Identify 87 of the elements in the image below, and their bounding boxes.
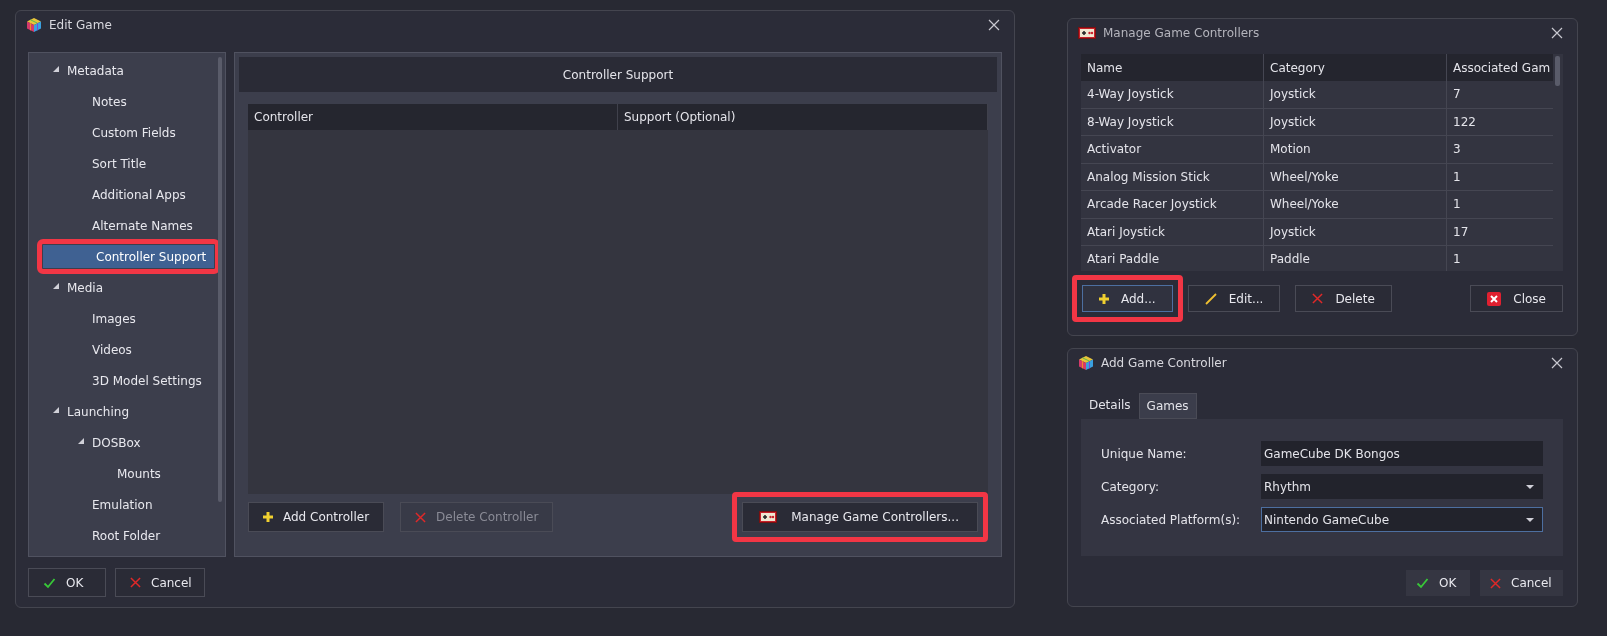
- tree-item[interactable]: Media: [39, 274, 213, 301]
- action-button[interactable]: Manage Game Controllers...: [742, 502, 978, 532]
- table-cell-text: 3: [1452, 141, 1462, 159]
- cube-icon: [1078, 355, 1094, 371]
- column-header[interactable]: Name: [1081, 54, 1264, 81]
- action-button[interactable]: Edit...: [1187, 285, 1281, 312]
- dropdown-field[interactable]: Rhythm: [1261, 474, 1543, 499]
- window-title: Add Game Controller: [1101, 356, 1227, 370]
- close-button[interactable]: Close: [1470, 285, 1563, 312]
- close-icon[interactable]: [1551, 357, 1563, 369]
- column-header[interactable]: Associated Gam: [1447, 54, 1553, 81]
- input-field[interactable]: GameCube DK Bongos: [1261, 441, 1543, 466]
- table-cell: Joystick: [1264, 218, 1447, 245]
- action-button[interactable]: Add...: [1082, 285, 1173, 312]
- dropdown-caret-icon: [1526, 484, 1534, 489]
- plus-icon: [263, 512, 273, 522]
- tree-item[interactable]: Notes: [39, 88, 213, 115]
- tree-item[interactable]: Controller Support: [43, 245, 214, 268]
- panel-title: Controller Support: [239, 57, 997, 92]
- cross-icon: [1312, 293, 1324, 304]
- expanded-triangle-icon[interactable]: [78, 437, 84, 444]
- tree-item[interactable]: Root Folder: [39, 522, 213, 549]
- check-icon: [1416, 577, 1429, 589]
- tree-item[interactable]: Metadata: [39, 57, 213, 84]
- table-cell: Paddle: [1264, 246, 1447, 271]
- table-cell: Activator: [1081, 136, 1264, 163]
- table-cell: Arcade Racer Joystick: [1081, 191, 1264, 218]
- table-cell-text: 7: [1452, 86, 1462, 104]
- table-cell: Motion: [1264, 136, 1447, 163]
- tab[interactable]: Games: [1138, 393, 1197, 419]
- expanded-triangle-icon[interactable]: [53, 282, 59, 289]
- controller-icon: [1078, 27, 1096, 39]
- dropdown-field[interactable]: Nintendo GameCube: [1261, 507, 1543, 532]
- column-header[interactable]: Controller: [248, 104, 618, 130]
- dialog-button[interactable]: Cancel: [115, 568, 205, 597]
- tree-item[interactable]: Alternate Names: [39, 212, 213, 239]
- cross-icon: [1490, 577, 1501, 589]
- table-cell: Joystick: [1264, 81, 1447, 108]
- table-cell: Analog Mission Stick: [1081, 163, 1264, 190]
- table-cell: Atari Paddle: [1081, 246, 1264, 271]
- tree-item[interactable]: Emulation: [39, 491, 213, 518]
- field-label: Category:: [1101, 479, 1160, 494]
- tree-item[interactable]: Sort Title: [39, 150, 213, 177]
- cube-icon: [26, 17, 42, 33]
- window-title: Manage Game Controllers: [1103, 26, 1260, 40]
- dialog-button[interactable]: OK: [28, 568, 106, 597]
- tree-item[interactable]: Mounts: [39, 460, 213, 487]
- cross-icon: [415, 511, 427, 523]
- action-button[interactable]: Delete: [1295, 285, 1392, 312]
- close-icon: [1487, 291, 1502, 306]
- table-cell: Atari Joystick: [1081, 218, 1264, 245]
- scrollbar[interactable]: [1555, 56, 1560, 86]
- close-icon[interactable]: [988, 19, 1000, 31]
- table-cell: 4-Way Joystick: [1081, 81, 1264, 108]
- tree-item[interactable]: DOSBox: [39, 429, 213, 456]
- table-cell: 8-Way Joystick: [1081, 108, 1264, 135]
- plus-icon: [1099, 293, 1109, 304]
- expanded-triangle-icon[interactable]: [53, 65, 59, 72]
- tree-item[interactable]: Images: [39, 305, 213, 332]
- table-cell-text: 1: [1452, 168, 1462, 186]
- column-header[interactable]: Category: [1264, 54, 1447, 81]
- controller-icon: [759, 511, 778, 523]
- dialog-button[interactable]: Cancel: [1480, 570, 1563, 596]
- table-cell-text: 122: [1452, 113, 1477, 131]
- field-label: Associated Platform(s):: [1101, 512, 1242, 527]
- tree-item[interactable]: 3D Model Settings: [39, 367, 213, 394]
- field-label: Unique Name:: [1101, 446, 1188, 461]
- table-cell-text: 17: [1452, 223, 1470, 241]
- table-cell: Joystick: [1264, 108, 1447, 135]
- expanded-triangle-icon[interactable]: [53, 406, 59, 413]
- dropdown-caret-icon: [1526, 517, 1534, 522]
- tree-item[interactable]: Additional Apps: [39, 181, 213, 208]
- pencil-icon: [1204, 292, 1217, 305]
- tree-item[interactable]: Launching: [39, 398, 213, 425]
- cross-icon: [130, 577, 141, 588]
- tree-item[interactable]: Videos: [39, 336, 213, 363]
- table-cell-text: 1: [1452, 196, 1462, 214]
- close-icon[interactable]: [1551, 27, 1563, 39]
- action-button[interactable]: Add Controller: [248, 502, 385, 532]
- window-title: Edit Game: [49, 18, 112, 32]
- tree-item[interactable]: Custom Fields: [39, 119, 213, 146]
- column-header[interactable]: Support (Optional): [618, 104, 988, 130]
- table-cell: Wheel/Yoke: [1264, 191, 1447, 218]
- table-cell: Wheel/Yoke: [1264, 163, 1447, 190]
- dialog-button[interactable]: OK: [1406, 570, 1470, 596]
- table-cell-text: 1: [1452, 251, 1462, 269]
- check-icon: [43, 576, 56, 589]
